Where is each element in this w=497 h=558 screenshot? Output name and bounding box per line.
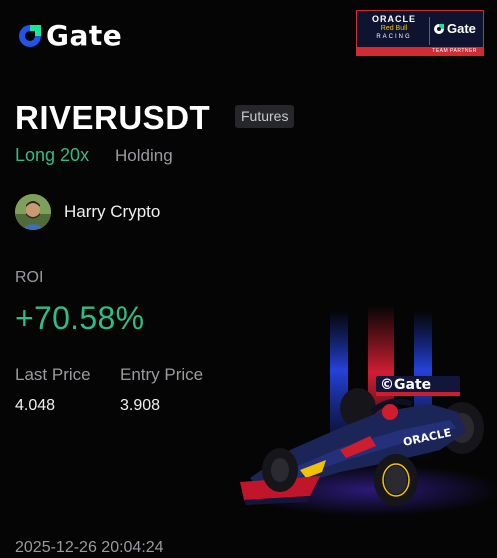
- partner-footer: TEAM PARTNER: [357, 47, 483, 55]
- partner-red-bull: Red Bull: [380, 25, 408, 32]
- user-avatar-icon: [15, 194, 51, 230]
- username: Harry Crypto: [64, 202, 161, 221]
- car-livery-text: ©Gate: [380, 377, 431, 393]
- brand-name: Gate: [46, 19, 123, 52]
- team-partner-badge: ORACLE Red Bull RACING Gate TEAM PARTNER: [356, 10, 484, 56]
- entry-price-value: 3.908: [120, 397, 161, 414]
- futures-tag: Futures: [235, 105, 295, 128]
- partner-gate-label: Gate: [447, 21, 476, 36]
- position-side: Long 20x: [15, 145, 90, 165]
- roi-value: +70.58%: [15, 300, 145, 336]
- partner-racing: RACING: [376, 34, 412, 40]
- last-price-label: Last Price: [15, 365, 91, 384]
- gate-logo-icon: [19, 25, 41, 47]
- gate-small-icon: [434, 23, 444, 34]
- roi-label: ROI: [15, 269, 44, 286]
- share-card: Gate ORACLE Red Bull RACING Gate TEAM PA…: [0, 0, 497, 558]
- trading-pair: RIVERUSDT: [15, 99, 211, 136]
- partner-divider: [429, 17, 430, 45]
- gate-logo: Gate: [16, 20, 122, 52]
- partner-oracle: ORACLE: [372, 14, 416, 24]
- f1-car-illustration: ©Gate ORACLE: [240, 305, 497, 516]
- last-price-value: 4.048: [15, 397, 56, 414]
- entry-price-label: Entry Price: [120, 365, 204, 384]
- timestamp: 2025-12-26 20:04:24: [15, 539, 164, 556]
- position-status: Holding: [115, 146, 173, 165]
- avatar: [15, 194, 51, 230]
